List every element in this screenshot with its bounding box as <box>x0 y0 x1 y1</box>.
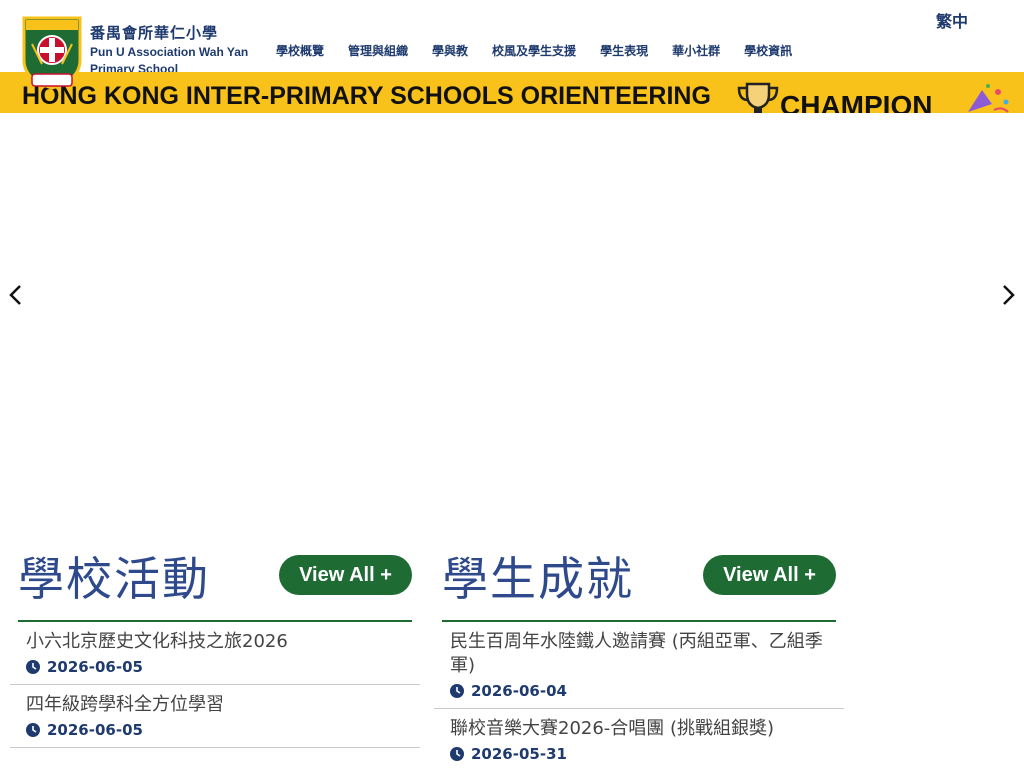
announcement-banner[interactable]: HONG KONG INTER-PRIMARY SCHOOLS ORIENTEE… <box>0 72 1024 113</box>
list-item[interactable]: 四年級跨學科全方位學習 2026-06-05 <box>10 685 420 748</box>
nav-item-learning-teaching[interactable]: 學與教 <box>432 42 468 59</box>
trophy-icon <box>737 82 779 113</box>
item-title[interactable]: 民生百周年水陸鐵人邀請賽 (丙組亞軍、乙組季軍) <box>450 630 844 678</box>
date-text: 2026-06-04 <box>471 682 567 700</box>
item-date: 2026-06-04 <box>450 682 844 700</box>
item-title[interactable]: 四年級跨學科全方位學習 <box>26 693 420 717</box>
party-popper-icon <box>968 84 1009 113</box>
item-title[interactable]: 聯校音樂大賽2026-合唱團 (挑戰組銀獎) <box>450 717 844 741</box>
item-title[interactable]: 小六北京歷史文化科技之旅2026 <box>26 630 420 654</box>
list-item[interactable]: 聯校音樂大賽2026-合唱團 (挑戰組銀獎) 2026-05-31 <box>434 709 844 768</box>
clock-icon <box>26 660 40 674</box>
list-item[interactable]: 小六北京歷史文化科技之旅2026 2026-06-05 <box>10 622 420 685</box>
date-text: 2026-06-05 <box>47 721 143 739</box>
clock-icon <box>26 723 40 737</box>
school-crest-icon <box>22 16 82 90</box>
date-text: 2026-05-31 <box>471 745 567 763</box>
clock-icon <box>450 747 464 761</box>
item-date: 2026-05-31 <box>450 745 844 763</box>
clock-icon <box>450 684 464 698</box>
date-text: 2026-06-05 <box>47 658 143 676</box>
banner-title: HONG KONG INTER-PRIMARY SCHOOLS ORIENTEE… <box>22 82 711 110</box>
item-date: 2026-06-05 <box>26 658 420 676</box>
main-nav: 學校概覽 管理與組織 學與教 校風及學生支援 學生表現 華小社群 學校資訊 <box>276 42 816 59</box>
school-activities-section: 學校活動 View All + 小六北京歷史文化科技之旅2026 2026-06… <box>10 550 420 748</box>
view-all-button[interactable]: View All + <box>279 555 412 595</box>
achievement-list: 民生百周年水陸鐵人邀請賽 (丙組亞軍、乙組季軍) 2026-06-04 聯校音樂… <box>434 622 844 768</box>
hero-carousel[interactable] <box>0 113 1024 513</box>
item-date: 2026-06-05 <box>26 721 420 739</box>
site-header: 番禺會所華仁小學 Pun U Association Wah Yan Prima… <box>0 0 1024 90</box>
nav-item-student-performance[interactable]: 學生表現 <box>600 42 648 59</box>
student-achievements-section: 學生成就 View All + 民生百周年水陸鐵人邀請賽 (丙組亞軍、乙組季軍)… <box>434 550 844 763</box>
nav-item-overview[interactable]: 學校概覽 <box>276 42 324 59</box>
nav-item-student-support[interactable]: 校風及學生支援 <box>492 42 576 59</box>
school-logo[interactable] <box>20 14 84 94</box>
chevron-right-icon[interactable] <box>996 283 1020 307</box>
nav-item-school-info[interactable]: 學校資訊 <box>744 42 792 59</box>
activity-list: 小六北京歷史文化科技之旅2026 2026-06-05 四年級跨學科全方位學習 … <box>10 622 420 748</box>
school-name-zh: 番禺會所華仁小學 <box>90 24 219 42</box>
language-toggle[interactable]: 繁中 <box>936 8 968 32</box>
nav-item-community[interactable]: 華小社群 <box>672 42 720 59</box>
school-name[interactable]: 番禺會所華仁小學 Pun U Association Wah Yan Prima… <box>90 22 248 77</box>
list-item[interactable]: 民生百周年水陸鐵人邀請賽 (丙組亞軍、乙組季軍) 2026-06-04 <box>434 622 844 709</box>
school-name-en-line1: Pun U Association Wah Yan <box>90 45 249 59</box>
banner-champion: CHAMPION <box>780 90 933 113</box>
view-all-button[interactable]: View All + <box>703 555 836 595</box>
chevron-left-icon[interactable] <box>4 283 28 307</box>
nav-item-management[interactable]: 管理與組織 <box>348 42 408 59</box>
